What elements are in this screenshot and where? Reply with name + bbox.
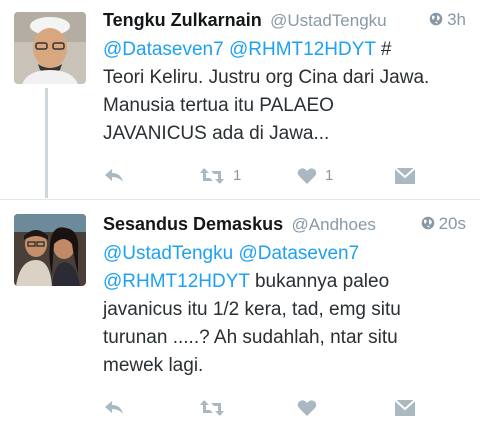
retweet-button[interactable]: 1: [199, 164, 241, 188]
direct-message-icon: [394, 167, 416, 185]
tweet[interactable]: Tengku Zulkarnain @UstadTengku 3h @Datas…: [0, 0, 480, 200]
tweet-meta: 20s: [421, 214, 466, 234]
mention-link[interactable]: @UstadTengku @Dataseven7: [103, 243, 359, 264]
tweet-header: Tengku Zulkarnain @UstadTengku 3h: [103, 10, 466, 34]
text-line: JAVANICUS ada di Jawa...: [103, 123, 330, 144]
retweet-icon: [200, 400, 224, 417]
username[interactable]: @UstadTengku: [270, 11, 387, 30]
username[interactable]: @Andhoes: [292, 215, 376, 234]
globe-icon: [421, 216, 434, 230]
like-count: 1: [325, 167, 334, 184]
heart-icon: [297, 168, 317, 185]
tweet-actions: 1 1: [103, 164, 423, 188]
text-line: Teori Keliru. Justru org Cina dari Jawa.: [103, 67, 430, 88]
reply-icon: [105, 169, 123, 183]
tweet-header: Sesandus Demaskus @Andhoes 20s: [103, 214, 466, 238]
text-line: javanicus itu 1/2 kera, tad, emg situ: [103, 299, 401, 320]
tweet-actions: [103, 396, 423, 420]
text-line: turunan .....? Ah sudahlah, ntar situ: [103, 327, 398, 348]
tweet-meta: 3h: [429, 10, 466, 30]
retweet-icon: [200, 168, 224, 185]
direct-message-icon: [394, 399, 416, 417]
display-name[interactable]: Sesandus Demaskus: [103, 214, 283, 234]
like-button[interactable]: [297, 396, 325, 420]
mention-link[interactable]: @Dataseven7 @RHMT12HDYT: [103, 39, 376, 60]
avatar[interactable]: [14, 214, 86, 286]
avatar[interactable]: [14, 12, 86, 84]
mention-link[interactable]: @RHMT12HDYT: [103, 271, 250, 292]
direct-message-button[interactable]: [394, 396, 416, 420]
tweet-text: @Dataseven7 @RHMT12HDYT # Teori Keliru. …: [103, 36, 470, 148]
timestamp[interactable]: 3h: [447, 10, 466, 29]
heart-icon: [297, 400, 317, 417]
like-button[interactable]: 1: [297, 164, 333, 188]
retweet-button[interactable]: [199, 396, 233, 420]
tweet[interactable]: Sesandus Demaskus @Andhoes 20s @UstadTen…: [0, 200, 480, 433]
text-line: mewek lagi.: [103, 355, 204, 376]
timestamp[interactable]: 20s: [439, 214, 466, 233]
globe-icon: [429, 12, 443, 26]
display-name[interactable]: Tengku Zulkarnain: [103, 10, 262, 30]
text-line: Manusia tertua itu PALAEO: [103, 95, 334, 116]
direct-message-button[interactable]: [394, 164, 416, 188]
reply-icon: [105, 401, 123, 415]
thread-connector: [45, 88, 48, 198]
tweet-text: @UstadTengku @Dataseven7 @RHMT12HDYT buk…: [103, 240, 470, 380]
retweet-count: 1: [233, 167, 242, 184]
reply-button[interactable]: [103, 396, 125, 420]
reply-button[interactable]: [103, 164, 125, 188]
